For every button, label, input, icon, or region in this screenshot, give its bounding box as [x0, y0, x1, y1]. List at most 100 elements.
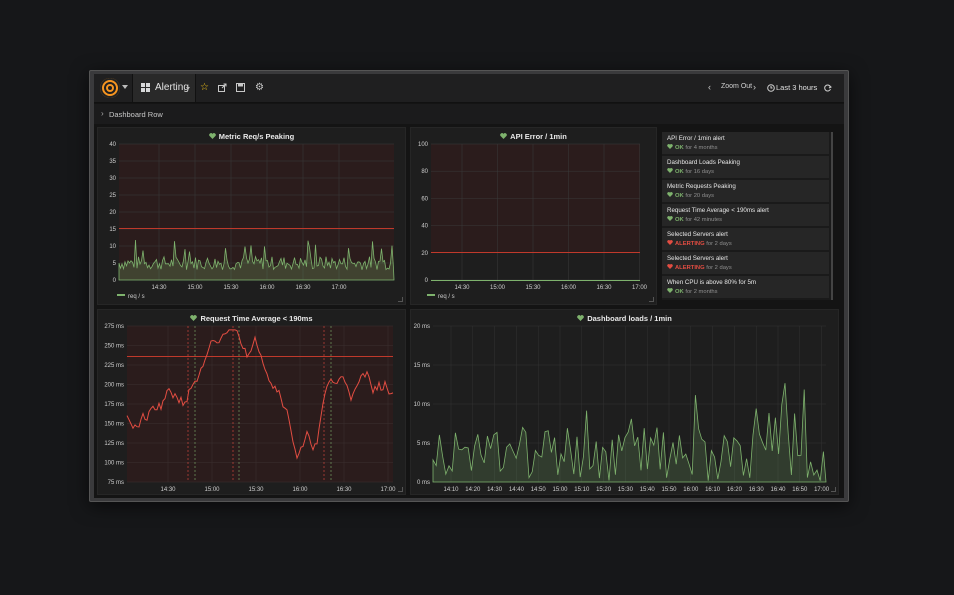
y-tick-label: 20	[109, 210, 116, 216]
dashboard-row-header[interactable]: › Dashboard Row	[94, 104, 844, 124]
y-tick-label: 75 ms	[108, 480, 124, 486]
x-tick-label: 16:00	[259, 285, 275, 291]
y-tick-label: 35	[109, 159, 116, 165]
x-tick-label: 15:00	[490, 285, 506, 291]
x-tick-label: 14:10	[443, 487, 459, 493]
dashboard-loads-chart: 20 ms 15 ms 10 ms 5 ms 0 ms 14:10 14:20 14:30 1…	[414, 324, 830, 493]
y-tick-label: 5 ms	[417, 441, 430, 447]
x-tick-label: 17:00	[632, 285, 648, 291]
x-tick-label: 15:40	[640, 487, 656, 493]
share-icon[interactable]	[218, 83, 227, 92]
alert-list-panel[interactable]: API Error / 1min alert OK for 4 months D…	[662, 132, 832, 300]
x-tick-label: 16:30	[336, 487, 352, 493]
x-tick-label: 14:30	[151, 285, 167, 291]
legend-item[interactable]: req / s	[427, 294, 455, 300]
legend-item[interactable]: req / s	[117, 294, 145, 300]
x-tick-label: 14:50	[531, 487, 547, 493]
y-tick-label: 200 ms	[104, 383, 124, 389]
x-tick-label: 15:30	[525, 285, 541, 291]
alert-list-item[interactable]: Request Time Average < 190ms alert OK fo…	[662, 204, 829, 227]
y-tick-label: 30	[109, 176, 116, 182]
y-tick-label: 15	[109, 227, 116, 233]
x-tick-label: 16:40	[770, 487, 786, 493]
x-tick-label: 16:30	[749, 487, 765, 493]
x-tick-label: 15:00	[552, 487, 568, 493]
refresh-icon[interactable]	[824, 84, 832, 92]
zoom-out-button[interactable]: Zoom Out	[721, 83, 752, 90]
y-tick-label: 25	[109, 193, 116, 199]
x-tick-label: 16:30	[596, 285, 612, 291]
alert-list-scrollbar[interactable]	[831, 132, 833, 300]
chevron-right-icon[interactable]: ›	[753, 81, 756, 93]
alert-list-item[interactable]: API Error / 1min alert OK for 4 months	[662, 132, 829, 155]
save-icon[interactable]	[236, 83, 245, 92]
x-tick-label: 17:00	[814, 487, 830, 493]
x-tick-label: 15:10	[574, 487, 590, 493]
alert-list-item[interactable]: Metric Requests Peaking OK for 20 days	[662, 180, 829, 203]
resize-handle[interactable]	[398, 297, 403, 302]
alert-list-item[interactable]: When CPU is above 80% for 5m OK for 2 mo…	[662, 276, 829, 299]
x-tick-label: 16:00	[561, 285, 577, 291]
y-tick-label: 275 ms	[104, 324, 124, 330]
chevron-left-icon[interactable]: ‹	[708, 81, 711, 93]
y-tick-label: 150 ms	[104, 422, 124, 428]
x-tick-label: 16:10	[705, 487, 721, 493]
panel-metric-req[interactable]: Metric Req/s Peaking 40 35 30 25 20 15 10 5 0 14…	[97, 127, 406, 305]
alert-list-item[interactable]: Selected Servers alert ALERTING for 2 da…	[662, 252, 829, 275]
time-range-picker[interactable]: Last 3 hours	[776, 83, 817, 92]
resize-handle[interactable]	[831, 487, 836, 492]
x-tick-label: 16:20	[727, 487, 743, 493]
heart-icon	[667, 144, 673, 149]
request-time-chart: 275 ms 250 ms 225 ms 200 ms 175 ms 150 ms 125 …	[104, 324, 396, 493]
api-chart: 100 80 60 40 20 0 14:30 15:00 15:30 16:00 16:30 17…	[418, 142, 648, 291]
heart-icon	[667, 192, 673, 197]
logo-caret-icon[interactable]	[122, 85, 128, 89]
heart-icon	[667, 288, 673, 293]
broken-heart-icon	[667, 264, 673, 269]
chevron-down-icon	[186, 87, 190, 90]
panel-request-time[interactable]: Request Time Average < 190ms 275 ms 250 m…	[97, 309, 406, 495]
resize-handle[interactable]	[398, 487, 403, 492]
alert-list-item[interactable]: Dashboard Loads Peaking OK for 16 days	[662, 156, 829, 179]
alert-list-item[interactable]: Selected Servers alert ALERTING for 2 da…	[662, 228, 829, 251]
y-tick-label: 5	[113, 261, 117, 267]
x-tick-label: 16:30	[295, 285, 311, 291]
y-tick-label: 125 ms	[104, 441, 124, 447]
x-tick-label: 15:00	[187, 285, 203, 291]
heart-icon	[667, 216, 673, 221]
x-tick-label: 17:00	[331, 285, 347, 291]
heart-icon	[667, 168, 673, 173]
x-tick-label: 14:20	[465, 487, 481, 493]
x-tick-label: 15:30	[223, 285, 239, 291]
y-tick-label: 15 ms	[414, 363, 430, 369]
y-tick-label: 225 ms	[104, 363, 124, 369]
x-tick-label: 16:00	[683, 487, 699, 493]
resize-handle[interactable]	[649, 297, 654, 302]
dashboard-picker[interactable]: Alerting	[132, 74, 196, 102]
x-tick-label: 14:30	[160, 487, 176, 493]
req-chart: 40 35 30 25 20 15 10 5 0 14:30 15:00 15:30 16:00 16:…	[109, 142, 395, 291]
x-tick-label: 14:30	[454, 285, 470, 291]
panel-api-error[interactable]: API Error / 1min 100 80 60 40 20 0 14:30 15:00…	[410, 127, 657, 305]
dashboard-grid-icon	[141, 83, 151, 93]
y-tick-label: 60	[421, 196, 428, 202]
x-tick-label: 15:30	[618, 487, 634, 493]
y-tick-label: 0	[113, 278, 117, 284]
top-navbar: Alerting ☆ ⚙ ‹ Zoom Out › Last 3 hours	[94, 74, 844, 103]
y-tick-label: 20	[421, 251, 428, 257]
star-icon[interactable]: ☆	[200, 82, 209, 94]
x-tick-label: 15:30	[248, 487, 264, 493]
clock-icon	[767, 84, 775, 92]
y-tick-label: 100 ms	[104, 461, 124, 467]
y-tick-label: 10	[109, 244, 116, 250]
panel-dashboard-loads[interactable]: Dashboard loads / 1min 20 ms 15 ms 10 ms 5 …	[410, 309, 839, 495]
row-title: Dashboard Row	[109, 110, 163, 119]
x-tick-label: 17:00	[380, 487, 396, 493]
chevron-right-icon: ›	[101, 109, 104, 118]
x-tick-label: 15:00	[204, 487, 220, 493]
gear-icon[interactable]: ⚙	[255, 82, 264, 94]
grafana-logo-icon[interactable]	[100, 78, 120, 98]
broken-heart-icon	[667, 240, 673, 245]
y-tick-label: 40	[109, 142, 116, 148]
y-tick-label: 40	[421, 224, 428, 230]
